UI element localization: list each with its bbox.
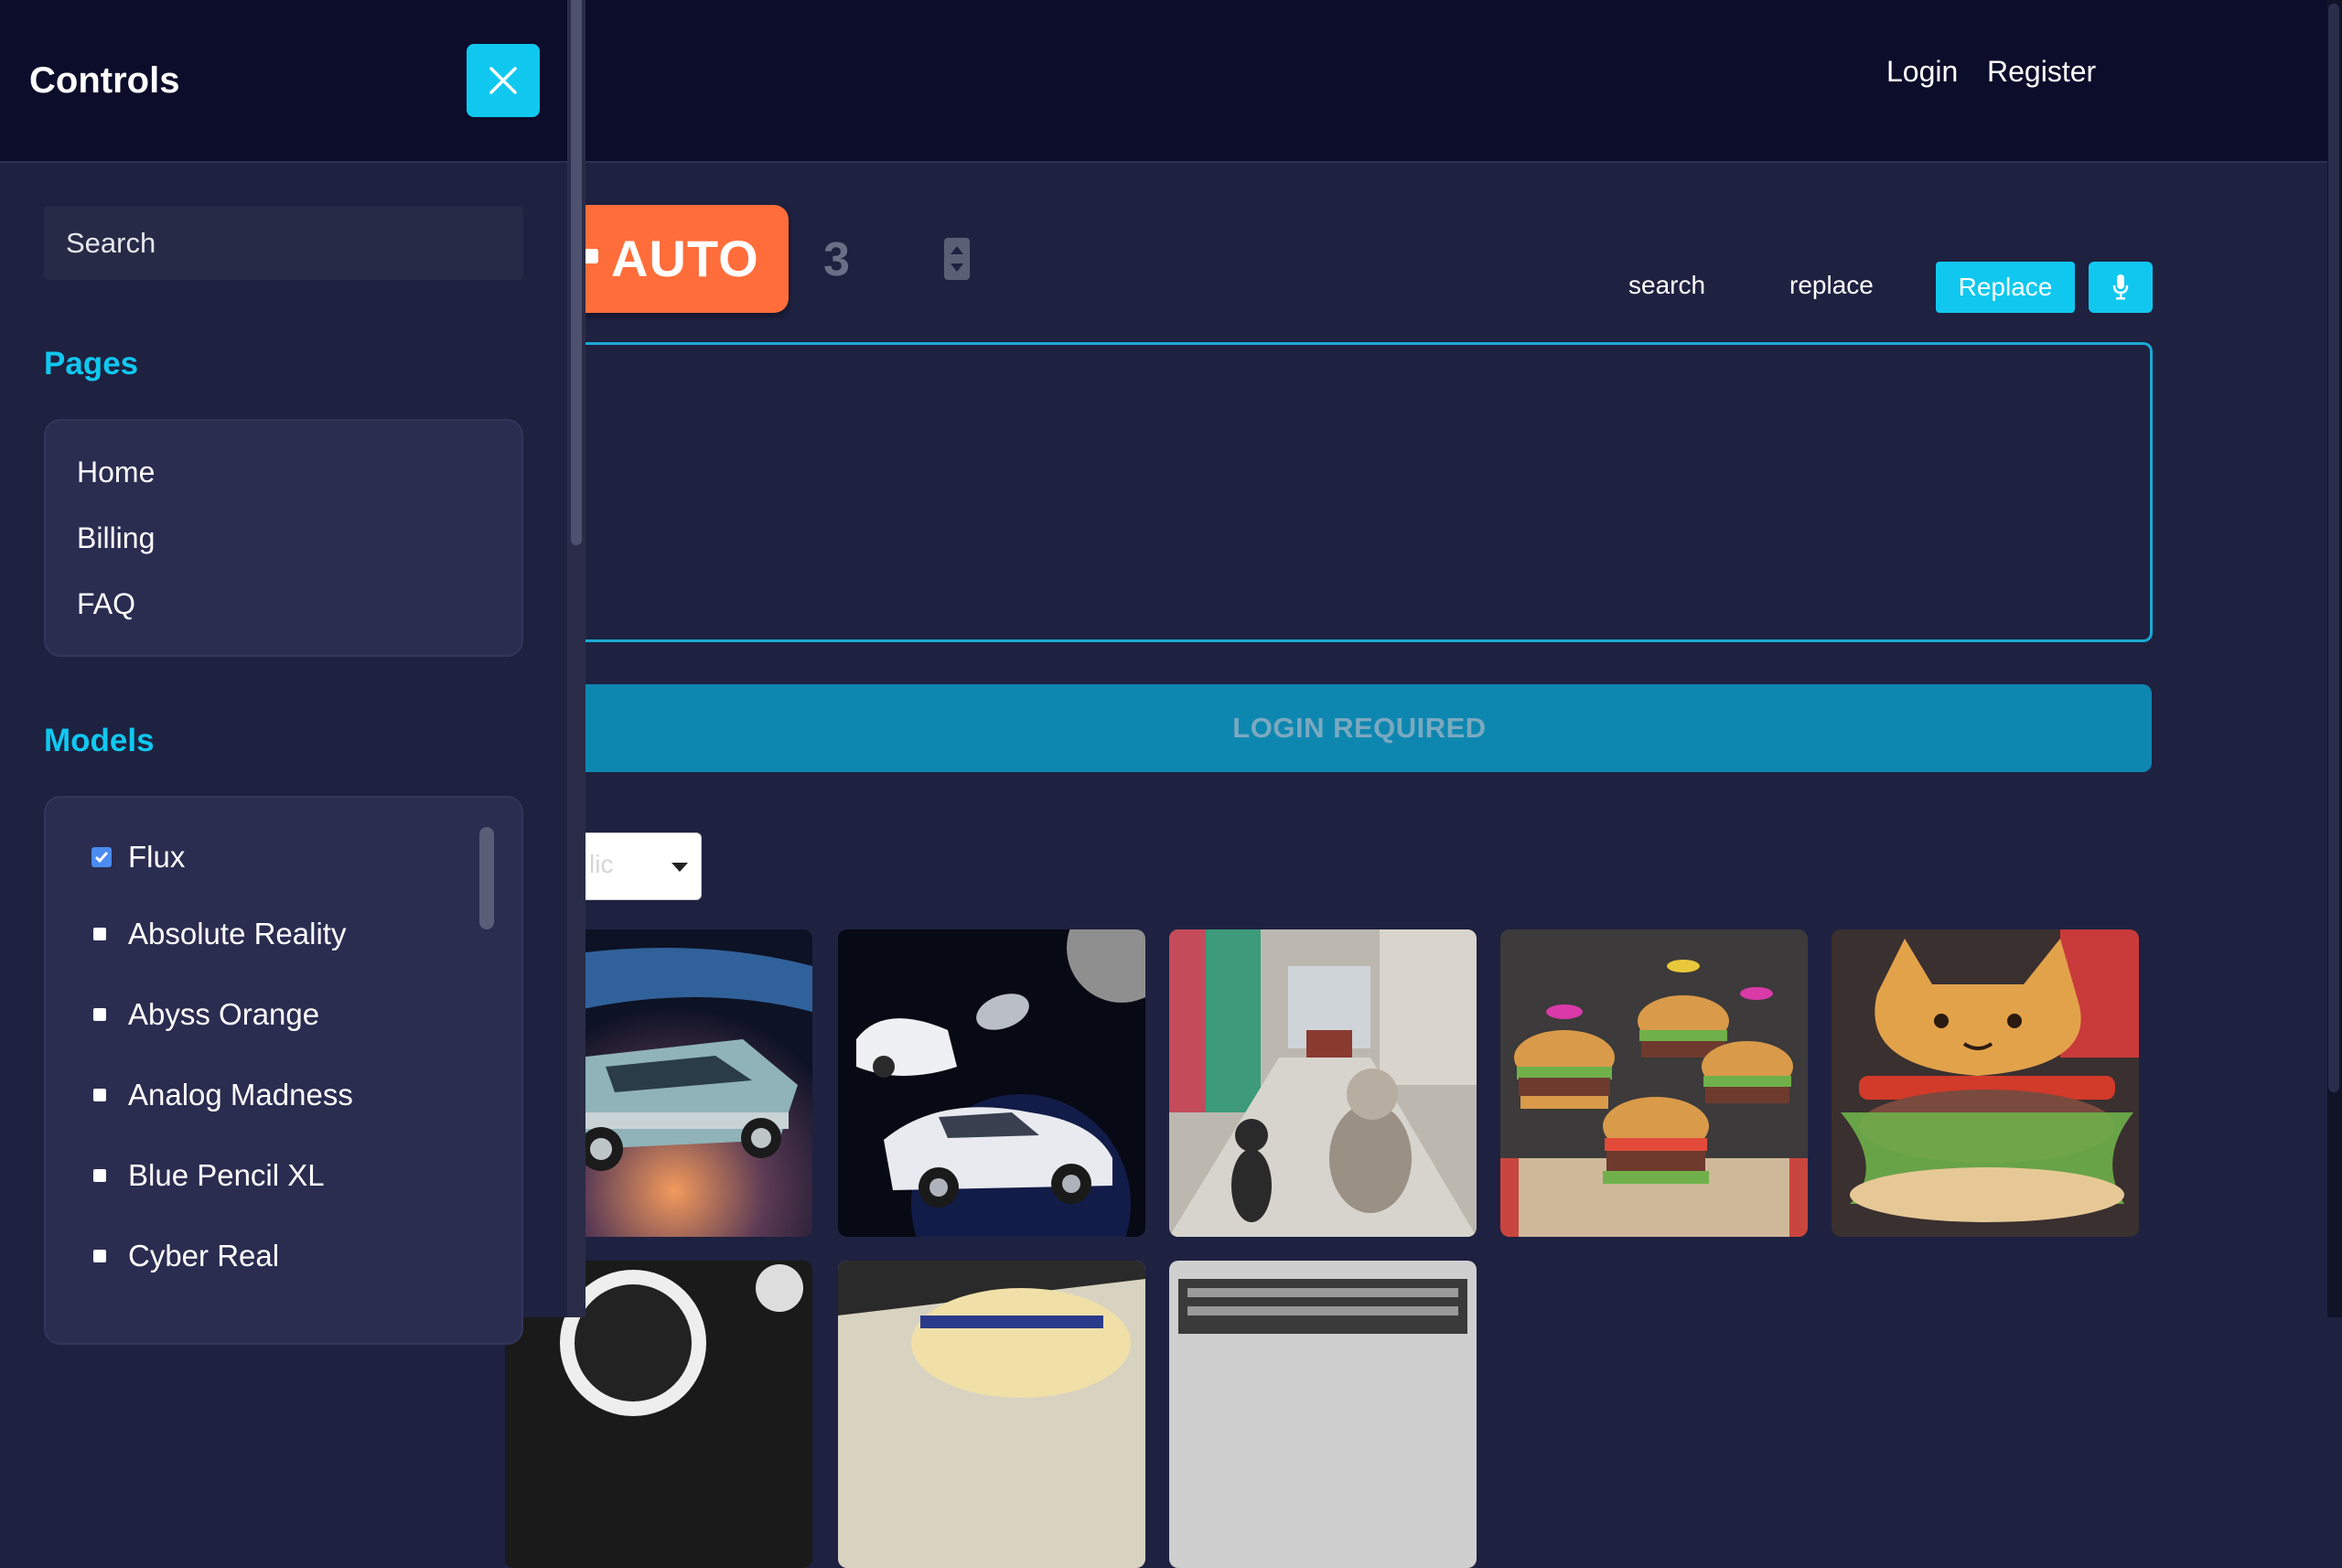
model-label: Cyber Real: [128, 1239, 280, 1273]
checkbox[interactable]: [93, 1089, 106, 1101]
stepper-up-icon[interactable]: [951, 246, 963, 254]
microphone-icon: [2112, 274, 2129, 300]
gallery-image-straw-hat[interactable]: [838, 1261, 1145, 1568]
models-scrollbar-thumb[interactable]: [479, 827, 494, 929]
count-stepper[interactable]: [944, 238, 970, 280]
image-count: 3: [823, 233, 850, 286]
checkbox-checked-icon[interactable]: [91, 847, 112, 867]
sidebar-search-input[interactable]: Search: [44, 207, 523, 280]
gallery-image-engine-grille[interactable]: [1169, 1261, 1477, 1568]
model-label: Flux: [128, 840, 186, 874]
page-link-home[interactable]: Home: [77, 456, 155, 489]
controls-sidebar: Controls Search Pages Home Billing FAQ M…: [0, 0, 567, 1345]
gallery-image-cat-face-burger[interactable]: [1832, 929, 2139, 1237]
close-sidebar-button[interactable]: [467, 44, 540, 117]
login-required-button[interactable]: LOGIN REQUIRED: [567, 684, 2152, 772]
pages-heading: Pages: [44, 346, 139, 381]
login-link[interactable]: Login: [1886, 55, 1958, 89]
model-label: Analog Madness: [128, 1078, 353, 1112]
chevron-down-icon: [671, 863, 688, 872]
checkbox[interactable]: [93, 1250, 106, 1262]
checkbox[interactable]: [93, 1008, 106, 1021]
auto-indicator: [584, 249, 598, 263]
auto-button-label: AUTO: [611, 230, 759, 287]
stepper-down-icon[interactable]: [951, 263, 963, 272]
close-icon: [489, 67, 517, 94]
gallery-image-burgers-with-hats[interactable]: [1500, 929, 1808, 1237]
model-label: Blue Pencil XL: [128, 1158, 325, 1192]
page-link-faq[interactable]: FAQ: [77, 587, 135, 621]
search-link[interactable]: search: [1628, 271, 1705, 300]
model-label: Absolute Reality: [128, 917, 347, 950]
models-heading: Models: [44, 723, 155, 758]
checkbox[interactable]: [93, 928, 106, 940]
model-label: Abyss Orange: [128, 997, 320, 1031]
models-panel: Flux Absolute Reality Abyss Orange Analo…: [44, 796, 523, 1345]
replace-link[interactable]: replace: [1789, 271, 1874, 300]
replace-button[interactable]: Replace: [1936, 262, 2075, 313]
register-link[interactable]: Register: [1987, 55, 2096, 89]
select-value: lic: [589, 850, 614, 878]
page-link-billing[interactable]: Billing: [77, 521, 155, 555]
gallery-image-white-cars-in-space[interactable]: [838, 929, 1145, 1237]
gallery-image-cats-on-city-street[interactable]: [1169, 929, 1477, 1237]
sidebar-title: Controls: [29, 60, 180, 101]
prompt-textarea[interactable]: [567, 342, 2153, 642]
checkbox[interactable]: [93, 1169, 106, 1182]
sidebar-header: Controls: [0, 0, 567, 163]
microphone-button[interactable]: [2089, 262, 2153, 313]
visibility-select[interactable]: lic: [567, 832, 702, 900]
page-scrollbar-thumb[interactable]: [2328, 4, 2339, 1092]
search-placeholder: Search: [66, 227, 156, 259]
auto-button[interactable]: AUTO: [567, 205, 789, 313]
sidebar-scrollbar-thumb[interactable]: [571, 0, 582, 545]
pages-panel: Home Billing FAQ: [44, 419, 523, 657]
